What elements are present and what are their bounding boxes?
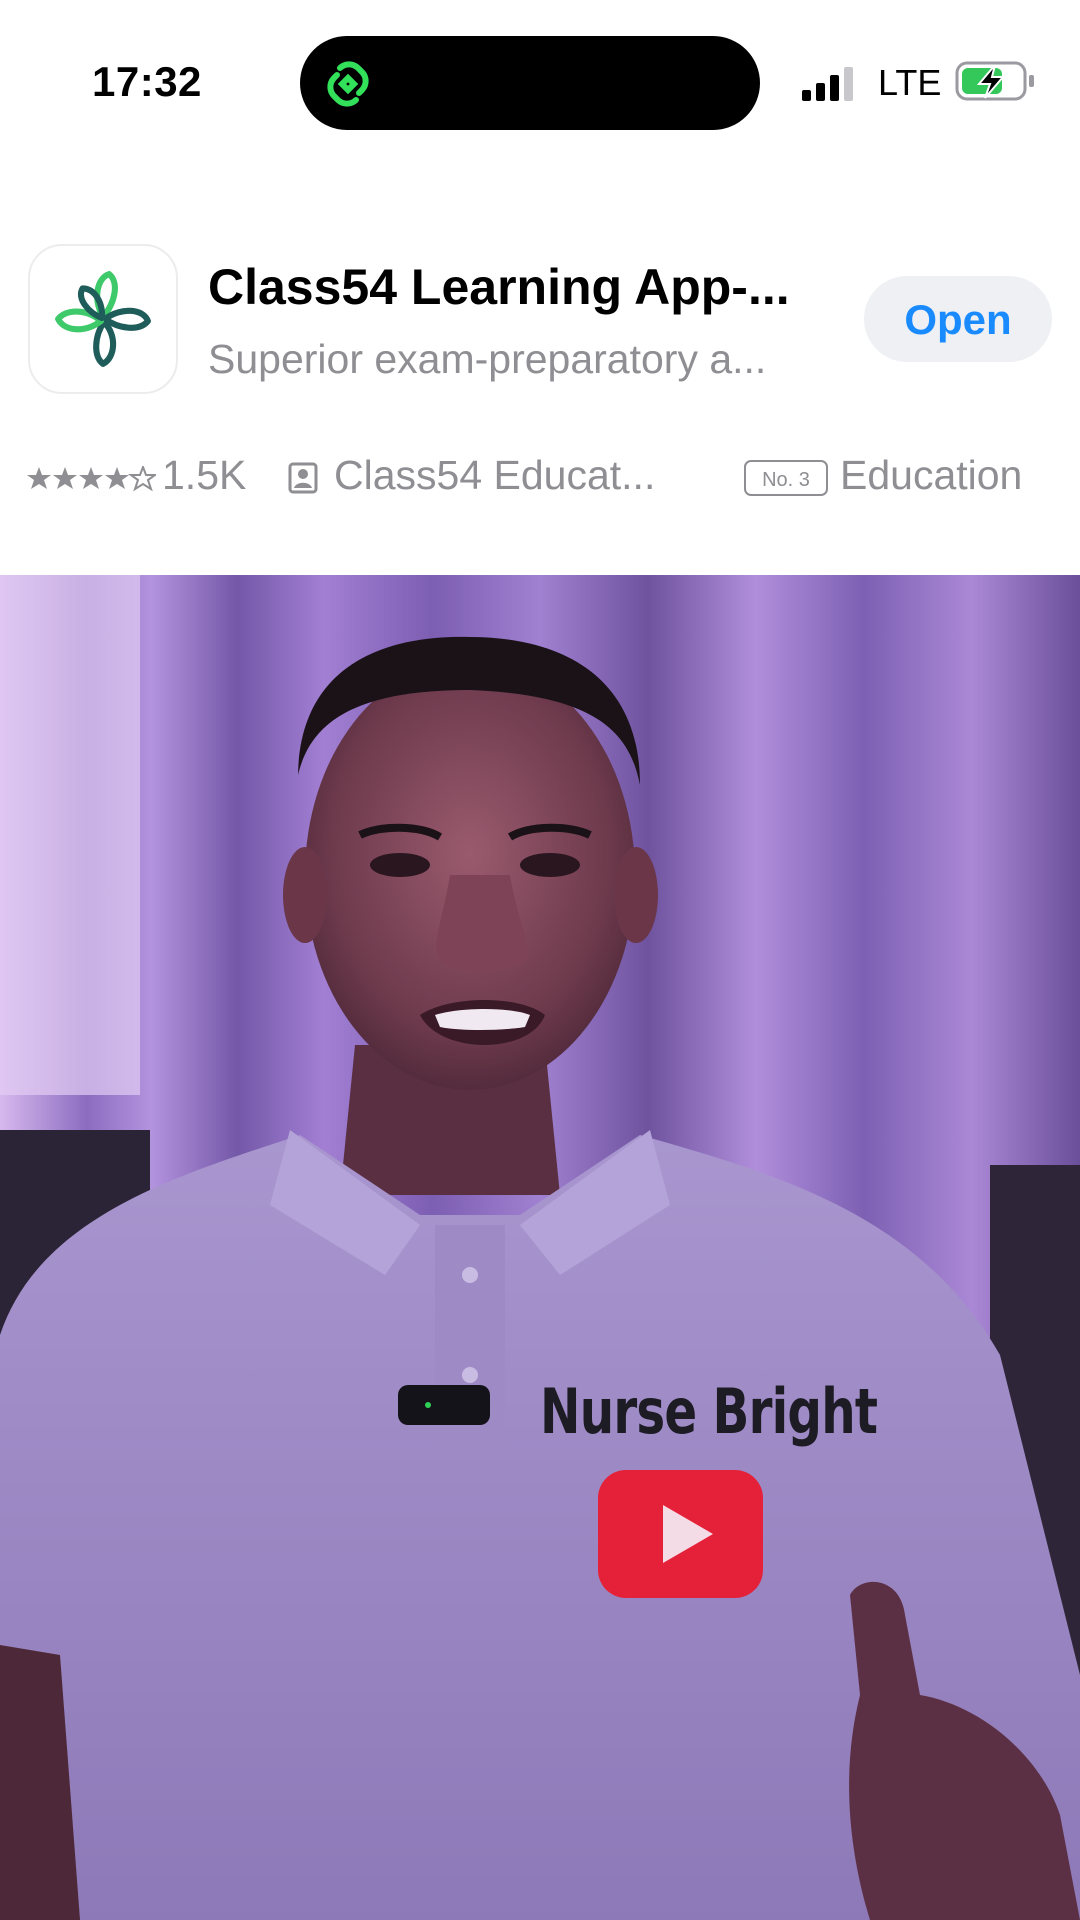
screen: 17:32 LTE Class54 Learning App-... Super… bbox=[0, 0, 1080, 1920]
rating-count: 1.5K bbox=[162, 452, 247, 498]
flower-logo-icon bbox=[55, 271, 151, 367]
app-icon[interactable] bbox=[28, 244, 178, 394]
developer-icon bbox=[288, 462, 318, 494]
network-label: LTE bbox=[878, 62, 942, 103]
app-title[interactable]: Class54 Learning App-... bbox=[208, 258, 838, 316]
battery-charging-icon bbox=[955, 61, 1034, 101]
video-frame[interactable]: Nurse Bright bbox=[0, 575, 1080, 1920]
app-meta-row: 1.5K Class54 Educat... No. 3 Education bbox=[26, 452, 1066, 512]
link-icon bbox=[327, 61, 369, 107]
video-scene bbox=[0, 575, 1080, 1920]
status-time: 17:32 bbox=[92, 58, 202, 105]
youtube-play-icon bbox=[598, 1470, 763, 1598]
open-button[interactable]: Open bbox=[864, 276, 1052, 362]
signal-icon bbox=[802, 67, 853, 101]
rating-stars-icon bbox=[27, 466, 156, 492]
dynamic-island[interactable] bbox=[300, 36, 760, 130]
shirt-text: Nurse Bright bbox=[540, 1375, 878, 1448]
developer-name[interactable]: Class54 Educat... bbox=[334, 452, 744, 499]
app-store-banner[interactable]: Class54 Learning App-... Superior exam-p… bbox=[0, 170, 1080, 575]
rank-badge: No. 3 bbox=[744, 460, 828, 496]
status-bar: 17:32 LTE bbox=[0, 0, 1080, 170]
category-label[interactable]: Education bbox=[840, 452, 1022, 499]
app-subtitle: Superior exam-preparatory a... bbox=[208, 336, 767, 382]
